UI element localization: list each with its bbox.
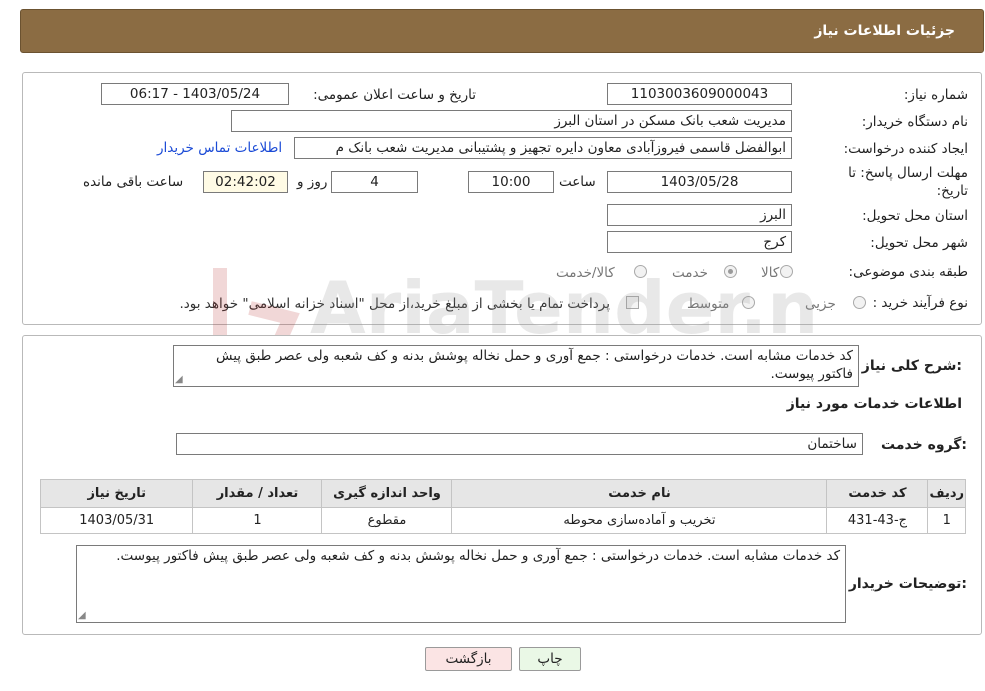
purchase-minor-label: جزیی: [805, 296, 836, 312]
deadline-label-line2: تاریخ:: [936, 183, 968, 199]
deadline-time-label: ساعت: [559, 174, 596, 190]
purchase-medium-label: متوسط: [687, 296, 730, 312]
need-number-field[interactable]: 1103003609000043: [607, 83, 792, 105]
buyer-org-field[interactable]: مدیریت شعب بانک مسکن در استان البرز: [231, 110, 792, 132]
col-quantity: تعداد / مقدار: [192, 479, 323, 508]
buyer-notes-resize-handle[interactable]: ◢: [78, 611, 88, 621]
delivery-province-field[interactable]: البرز: [607, 204, 792, 226]
deadline-time-field[interactable]: 10:00: [468, 171, 554, 193]
print-button[interactable]: چاپ: [519, 647, 581, 671]
col-row-number: ردیف: [927, 479, 966, 508]
col-unit: واحد اندازه گیری: [321, 479, 453, 508]
deadline-date-field[interactable]: 1403/05/28: [607, 171, 792, 193]
requester-field[interactable]: ابوالفضل قاسمی فیروزآبادی معاون دایره تج…: [294, 137, 792, 159]
cell-row-number: 1: [927, 507, 966, 534]
category-goods-radio[interactable]: [780, 265, 793, 278]
cell-need-date: 1403/05/31: [39, 507, 194, 534]
summary-resize-handle[interactable]: ◢: [175, 375, 185, 385]
col-service-name: نام خدمت: [451, 479, 828, 508]
service-group-field[interactable]: ساختمان: [176, 433, 863, 455]
deadline-label-line1: مهلت ارسال پاسخ: تا: [848, 165, 968, 181]
table-header-row: ردیف کد خدمت نام خدمت واحد اندازه گیری ت…: [39, 479, 966, 508]
purchase-minor-radio[interactable]: [853, 296, 866, 309]
purchase-type-label: نوع فرآیند خرید :: [872, 295, 968, 311]
remaining-time-label: ساعت باقی مانده: [83, 174, 184, 190]
category-goods-service-radio[interactable]: [634, 265, 647, 278]
col-service-code: کد خدمت: [826, 479, 929, 508]
summary-textarea[interactable]: کد خدمات مشابه است. خدمات درخواستی : جمع…: [173, 345, 859, 387]
announce-datetime-label: تاریخ و ساعت اعلان عمومی:: [313, 87, 476, 103]
deadline-days-label: روز و: [297, 174, 328, 190]
buyer-notes-textarea[interactable]: کد خدمات مشابه است. خدمات درخواستی : جمع…: [76, 545, 846, 623]
page-title: جزئیات اطلاعات نیاز: [814, 23, 955, 39]
purchase-medium-radio[interactable]: [742, 296, 755, 309]
back-button[interactable]: بازگشت: [425, 647, 512, 671]
category-label: طبقه بندی موضوعی:: [848, 264, 968, 280]
cell-service-name: تخریب و آماده‌سازی محوطه: [451, 507, 828, 534]
service-group-label: گروه خدمت:: [881, 437, 967, 453]
buyer-notes-label: توضیحات خریدار:: [848, 576, 967, 592]
services-table: ردیف کد خدمت نام خدمت واحد اندازه گیری ت…: [39, 479, 966, 534]
col-need-date: تاریخ نیاز: [39, 479, 194, 508]
need-number-label: شماره نیاز:: [903, 87, 968, 103]
delivery-city-label: شهر محل تحویل:: [870, 235, 968, 251]
cell-unit: مقطوع: [321, 507, 453, 534]
page-header: جزئیات اطلاعات نیاز: [20, 9, 984, 53]
delivery-city-field[interactable]: کرج: [607, 231, 792, 253]
category-goods-label: کالا: [761, 265, 780, 281]
services-heading: اطلاعات خدمات مورد نیاز: [786, 396, 962, 412]
deadline-days-field[interactable]: 4: [331, 171, 418, 193]
category-goods-service-label: کالا/خدمت: [556, 265, 615, 281]
buyer-contact-link[interactable]: اطلاعات تماس خریدار: [157, 140, 282, 156]
cell-service-code: ج-43-431: [826, 507, 929, 534]
summary-label: شرح کلی نیاز:: [861, 358, 962, 374]
buyer-notes-text: کد خدمات مشابه است. خدمات درخواستی : جمع…: [116, 548, 840, 564]
requester-label: ایجاد کننده درخواست:: [843, 141, 968, 157]
delivery-province-label: استان محل تحویل:: [862, 208, 968, 224]
summary-text: کد خدمات مشابه است. خدمات درخواستی : جمع…: [216, 348, 853, 382]
remaining-time-field: 02:42:02: [203, 171, 288, 193]
buyer-org-label: نام دستگاه خریدار:: [861, 114, 968, 130]
category-service-label: خدمت: [672, 265, 708, 281]
table-row: 1 ج-43-431 تخریب و آماده‌سازی محوطه مقطو…: [39, 507, 966, 534]
cell-quantity: 1: [192, 507, 323, 534]
treasury-payment-note: پرداخت تمام یا بخشی از مبلغ خرید،از محل …: [179, 296, 610, 312]
category-service-radio[interactable]: [724, 265, 737, 278]
announce-datetime-field[interactable]: 1403/05/24 - 06:17: [101, 83, 289, 105]
treasury-payment-checkbox[interactable]: [626, 296, 639, 309]
